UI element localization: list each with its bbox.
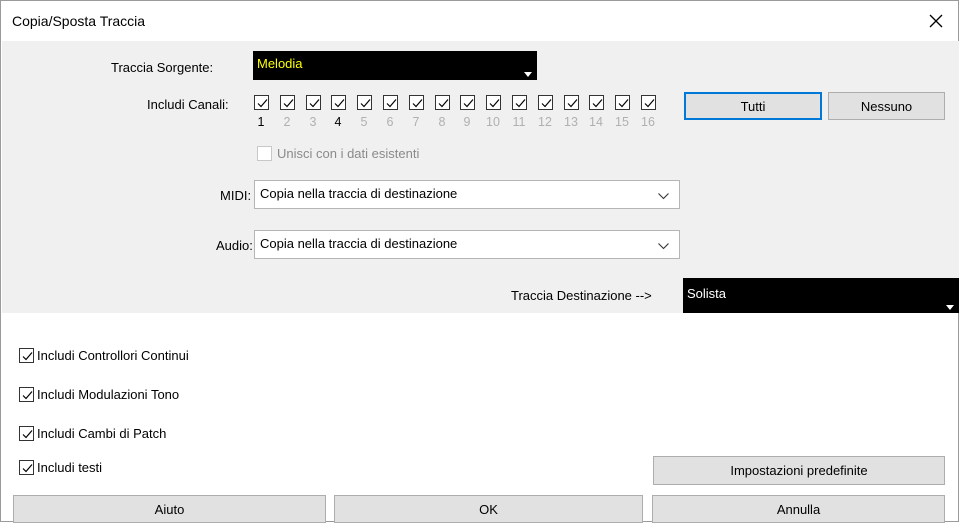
- channel-checkbox[interactable]: [589, 95, 604, 110]
- main-panel: Traccia Sorgente: Melodia Includi Canali…: [2, 41, 959, 313]
- option-row[interactable]: Includi Modulazioni Tono: [19, 387, 179, 402]
- pitch-bend-checkbox[interactable]: [19, 387, 34, 402]
- pitch-bend-label: Includi Modulazioni Tono: [37, 387, 180, 402]
- chevron-down-icon: [658, 188, 669, 203]
- destination-track-value: Solista: [687, 286, 727, 301]
- audio-action-value: Copia nella traccia di destinazione: [260, 236, 458, 251]
- channel-number: 3: [309, 115, 317, 129]
- channel-checkbox[interactable]: [383, 95, 398, 110]
- channel-checkbox[interactable]: [486, 95, 501, 110]
- dropdown-arrow-icon: [946, 305, 954, 310]
- audio-action-select[interactable]: Copia nella traccia di destinazione: [254, 230, 680, 259]
- merge-label: Unisci con i dati esistenti: [277, 146, 420, 161]
- channel-number: 13: [564, 115, 578, 129]
- channel-number: 7: [412, 115, 420, 129]
- defaults-button[interactable]: Impostazioni predefinite: [653, 456, 945, 485]
- channel-checkbox[interactable]: [254, 95, 269, 110]
- destination-track-label: Traccia Destinazione -->: [511, 288, 652, 303]
- channel-number: 11: [512, 115, 526, 129]
- channel-number: 12: [538, 115, 552, 129]
- no-channels-button[interactable]: Nessuno: [828, 92, 945, 120]
- channel-checkbox[interactable]: [357, 95, 372, 110]
- channel-number: 2: [283, 115, 291, 129]
- channel-number: 1: [257, 115, 265, 129]
- channel-number: 4: [334, 115, 342, 129]
- midi-action-value: Copia nella traccia di destinazione: [260, 186, 458, 201]
- channel-checkbox[interactable]: [409, 95, 424, 110]
- chevron-down-icon: [658, 238, 669, 253]
- ok-button[interactable]: OK: [334, 495, 643, 523]
- channel-number: 9: [463, 115, 471, 129]
- channel-checkbox[interactable]: [564, 95, 579, 110]
- title-bar: Copia/Sposta Traccia: [1, 1, 958, 41]
- audio-label: Audio:: [216, 238, 253, 253]
- lyrics-label: Includi testi: [37, 460, 103, 475]
- midi-action-select[interactable]: Copia nella traccia di destinazione: [254, 180, 680, 209]
- channel-number: 10: [486, 115, 500, 129]
- patch-changes-label: Includi Cambi di Patch: [37, 426, 167, 441]
- channel-number: 6: [386, 115, 394, 129]
- channel-checkbox[interactable]: [306, 95, 321, 110]
- controllers-checkbox[interactable]: [19, 348, 34, 363]
- channel-checkbox[interactable]: [512, 95, 527, 110]
- option-row[interactable]: Includi testi: [19, 460, 102, 475]
- source-track-value: Melodia: [257, 56, 303, 71]
- cancel-button[interactable]: Annulla: [652, 495, 945, 523]
- merge-checkbox[interactable]: [257, 146, 272, 161]
- lyrics-checkbox[interactable]: [19, 460, 34, 475]
- channel-number: 14: [589, 115, 603, 129]
- channel-number: 15: [615, 115, 629, 129]
- option-row[interactable]: Includi Controllori Continui: [19, 348, 189, 363]
- all-channels-button[interactable]: Tutti: [684, 92, 822, 120]
- destination-track-select[interactable]: Solista: [683, 278, 959, 313]
- channel-checkbox[interactable]: [615, 95, 630, 110]
- midi-label: MIDI:: [220, 188, 252, 203]
- channel-checkbox[interactable]: [460, 95, 475, 110]
- window-title: Copia/Sposta Traccia: [12, 13, 146, 29]
- source-track-select[interactable]: Melodia: [253, 51, 537, 80]
- copy-move-track-dialog: Copia/Sposta Traccia Traccia Sorgente: M…: [0, 0, 959, 523]
- close-icon[interactable]: [922, 7, 950, 35]
- patch-changes-checkbox[interactable]: [19, 426, 34, 441]
- include-channels-label: Includi Canali:: [147, 97, 229, 112]
- channel-number: 16: [641, 115, 655, 129]
- channel-checkbox[interactable]: [435, 95, 450, 110]
- controllers-label: Includi Controllori Continui: [37, 348, 189, 363]
- option-row[interactable]: Includi Cambi di Patch: [19, 426, 166, 441]
- channel-checkbox[interactable]: [280, 95, 295, 110]
- help-button[interactable]: Aiuto: [13, 495, 326, 523]
- channel-checkbox[interactable]: [641, 95, 656, 110]
- channel-checkbox[interactable]: [538, 95, 553, 110]
- channel-number: 8: [438, 115, 446, 129]
- source-track-label: Traccia Sorgente:: [111, 60, 214, 75]
- channel-checkbox[interactable]: [331, 95, 346, 110]
- dropdown-arrow-icon: [524, 72, 532, 77]
- channel-number: 5: [360, 115, 368, 129]
